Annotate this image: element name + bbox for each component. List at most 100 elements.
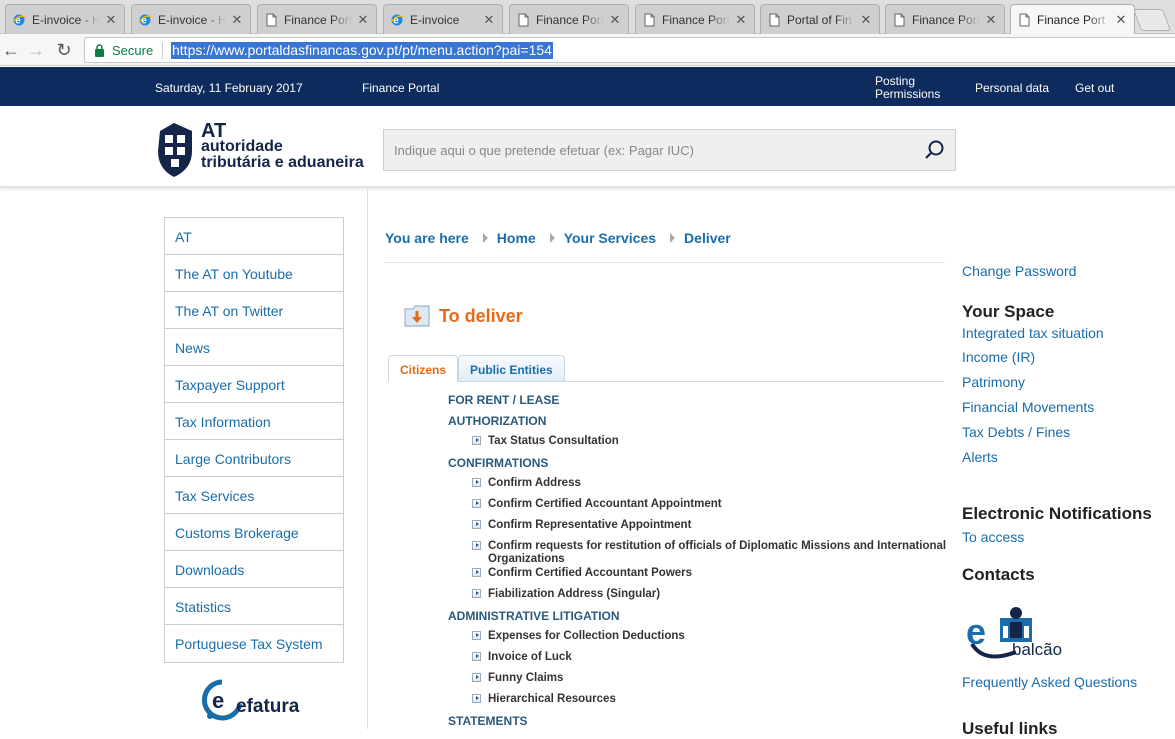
list-item-label: Expenses for Collection Deductions xyxy=(488,630,685,642)
your-space-link[interactable]: Integrated tax situation xyxy=(962,325,1104,341)
sidebar-item[interactable]: The AT on Youtube xyxy=(165,255,343,292)
section-heading: CONFIRMATIONS xyxy=(448,456,549,470)
at-logo[interactable]: AT autoridade tributária e aduaneira xyxy=(156,121,371,179)
back-arrow-icon[interactable]: ← xyxy=(0,39,22,61)
page-icon xyxy=(266,13,277,26)
site-header: AT autoridade tributária e aduaneira Ind… xyxy=(0,106,1175,188)
list-item[interactable]: Tax Status Consultation xyxy=(448,434,948,455)
efatura-logo-text: efatura xyxy=(236,696,300,717)
contacts-heading: Contacts xyxy=(962,565,1035,584)
list-item-label: Confirm Representative Appointment xyxy=(488,519,692,531)
efatura-logo[interactable]: e efatura xyxy=(201,678,322,724)
section-heading: AUTHORIZATION xyxy=(448,414,547,428)
page-icon xyxy=(1019,13,1030,27)
personal-data-link[interactable]: Personal data xyxy=(975,81,1049,95)
close-icon[interactable]: ✕ xyxy=(984,12,998,28)
browser-tab[interactable]: Portal of Fin ✕ xyxy=(760,4,880,34)
list-item[interactable]: Hierarchical Resources xyxy=(448,692,948,713)
expand-arrow-icon xyxy=(472,589,481,598)
list-item[interactable]: Confirm Certified Accountant Powers xyxy=(448,566,948,587)
finance-portal-link[interactable]: Finance Portal xyxy=(362,81,439,95)
your-space-link[interactable]: Financial Movements xyxy=(962,399,1094,415)
list-item[interactable]: Confirm requests for restitution of offi… xyxy=(448,539,948,566)
list-item[interactable]: Confirm Representative Appointment xyxy=(448,518,948,539)
breadcrumb-arrow-icon xyxy=(549,233,555,243)
search-icon[interactable] xyxy=(923,139,945,161)
list-item[interactable]: Fiabilization Address (Singular) xyxy=(448,587,948,608)
expand-arrow-icon xyxy=(472,541,481,550)
breadcrumb-your-services[interactable]: Your Services xyxy=(564,230,656,246)
sidebar-item[interactable]: Taxpayer Support xyxy=(165,366,343,403)
close-icon[interactable]: ✕ xyxy=(356,12,370,28)
forward-arrow-icon[interactable]: → xyxy=(25,39,47,61)
breadcrumb-home[interactable]: Home xyxy=(497,230,536,246)
list-item[interactable]: Funny Claims xyxy=(448,671,948,692)
get-out-link[interactable]: Get out xyxy=(1075,81,1114,95)
list-item-label: Invoice of Luck xyxy=(488,651,572,663)
ebalcao-logo[interactable]: e balcão xyxy=(966,604,1086,662)
sidebar-item[interactable]: Tax Information xyxy=(165,403,343,440)
sidebar-item[interactable]: Large Contributors xyxy=(165,440,343,477)
your-space-heading: Your Space xyxy=(962,302,1055,321)
section-heading: ADMINISTRATIVE LITIGATION xyxy=(448,609,620,623)
browser-tab[interactable]: e E-invoice - H ✕ xyxy=(131,4,251,34)
your-space-link[interactable]: Patrimony xyxy=(962,374,1025,390)
your-space-link[interactable]: Alerts xyxy=(962,449,998,465)
expand-arrow-icon xyxy=(472,568,481,577)
tab-citizens[interactable]: Citizens xyxy=(388,355,459,382)
sidebar-item[interactable]: Downloads xyxy=(165,551,343,588)
expand-arrow-icon xyxy=(472,694,481,703)
page-icon xyxy=(769,13,780,26)
posting-permissions-link[interactable]: Posting Permissions xyxy=(875,75,955,101)
close-icon[interactable]: ✕ xyxy=(1114,12,1128,28)
notifications-access-link[interactable]: To access xyxy=(962,529,1024,545)
reload-icon[interactable]: ↻ xyxy=(53,39,75,61)
breadcrumb-deliver[interactable]: Deliver xyxy=(684,230,731,246)
list-item[interactable]: Confirm Certified Accountant Appointment xyxy=(448,497,948,518)
list-item-label: Hierarchical Resources xyxy=(488,693,616,705)
list-item-label: Tax Status Consultation xyxy=(488,435,619,447)
sidebar-item[interactable]: News xyxy=(165,329,343,366)
your-space-link[interactable]: Tax Debts / Fines xyxy=(962,424,1070,440)
close-icon[interactable]: ✕ xyxy=(230,12,244,28)
site-search-input[interactable]: Indique aqui o que pretende efetuar (ex:… xyxy=(383,129,956,171)
change-password-link[interactable]: Change Password xyxy=(962,263,1076,279)
your-space-link[interactable]: Income (IR) xyxy=(962,349,1035,365)
logo-at-text: AT xyxy=(201,120,227,142)
list-item[interactable]: Invoice of Luck xyxy=(448,650,948,671)
close-icon[interactable]: ✕ xyxy=(608,12,622,28)
close-icon[interactable]: ✕ xyxy=(104,12,118,28)
close-icon[interactable]: ✕ xyxy=(482,12,496,28)
breadcrumb: You are here Home Your Services Deliver xyxy=(385,230,731,246)
list-item-label: Confirm Certified Accountant Appointment xyxy=(488,498,722,510)
address-bar[interactable]: Secure https://www.portaldasfinancas.gov… xyxy=(84,37,1175,63)
browser-tab-strip: e E-invoice - H ✕ e E-invoice - H ✕ Finance Po… xyxy=(0,0,1175,35)
section-heading: FOR RENT / LEASE xyxy=(448,393,560,407)
expand-arrow-icon xyxy=(472,436,481,445)
browser-tab[interactable]: e E-invoice - H ✕ xyxy=(5,4,125,34)
browser-tab[interactable]: e E-invoice ✕ xyxy=(383,4,503,34)
browser-tab[interactable]: Finance Port ✕ xyxy=(509,4,629,34)
sidebar-item[interactable]: Statistics xyxy=(165,588,343,625)
at-emblem-icon xyxy=(158,123,192,177)
browser-tab[interactable]: Finance Port ✕ xyxy=(635,4,755,34)
sidebar-item[interactable]: Customs Brokerage xyxy=(165,514,343,551)
tab-public-entities[interactable]: Public Entities xyxy=(458,355,565,382)
browser-tab[interactable]: Finance Port ✕ xyxy=(1010,4,1135,35)
sidebar-item[interactable]: The AT on Twitter xyxy=(165,292,343,329)
close-icon[interactable]: ✕ xyxy=(859,12,873,28)
sidebar-item[interactable]: AT xyxy=(165,218,343,255)
list-item[interactable]: Confirm Address xyxy=(448,476,948,497)
expand-arrow-icon xyxy=(472,631,481,640)
url-text[interactable]: https://www.portaldasfinancas.gov.pt/pt/… xyxy=(171,42,553,59)
browser-tab[interactable]: Finance Port ✕ xyxy=(257,4,377,34)
close-icon[interactable]: ✕ xyxy=(734,12,748,28)
useful-links-heading: Useful links xyxy=(962,719,1058,738)
list-item[interactable]: Expenses for Collection Deductions xyxy=(448,629,948,650)
browser-tab-title: Finance Port xyxy=(662,12,730,27)
faq-link[interactable]: Frequently Asked Questions xyxy=(962,674,1137,690)
breadcrumb-arrow-icon xyxy=(670,233,676,243)
sidebar-item[interactable]: Portuguese Tax System xyxy=(165,625,343,662)
sidebar-item[interactable]: Tax Services xyxy=(165,477,343,514)
browser-tab[interactable]: Finance Port ✕ xyxy=(885,4,1005,34)
